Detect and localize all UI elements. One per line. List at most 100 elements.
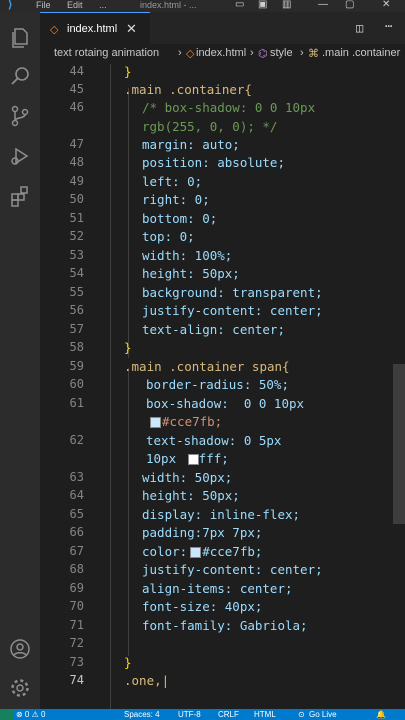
code-line: padding:7px 7px; <box>142 525 263 540</box>
layout-toggle-icon[interactable]: ▭ <box>235 0 244 10</box>
code-line: top: 0; <box>142 229 195 244</box>
split-editor-icon[interactable]: ◫ <box>356 21 363 35</box>
line-number: 58 <box>69 340 84 354</box>
code-line: display: inline-flex; <box>142 507 301 522</box>
code-line: box-shadow: 0 0 10px <box>146 396 305 411</box>
selector-icon: ⌘ <box>308 48 319 60</box>
line-number: 59 <box>69 359 84 373</box>
code-line: rgb(255, 0, 0); */ <box>142 119 278 134</box>
scrollbar-thumb[interactable] <box>393 364 405 524</box>
explorer-icon[interactable] <box>8 26 32 50</box>
problems-indicator[interactable]: ⊗ 0 ⚠ 0 <box>16 710 45 719</box>
code-line: } <box>124 655 132 670</box>
breadcrumb-folder[interactable]: text rotaing animation <box>54 47 159 59</box>
code-line: } <box>124 64 132 79</box>
settings-gear-icon[interactable] <box>8 676 32 700</box>
editor-tabs: ◇ index.html ✕ ◫ ⋯ <box>40 12 405 45</box>
chevron-right-icon: › <box>178 47 182 59</box>
html-file-icon: ◇ <box>50 24 59 36</box>
line-number: 60 <box>69 377 84 391</box>
remote-indicator-icon[interactable] <box>0 709 14 720</box>
menu-bar: File Edit ... <box>36 0 121 10</box>
color-swatch[interactable] <box>150 417 161 428</box>
encoding-indicator[interactable]: UTF-8 <box>178 710 201 719</box>
breadcrumb-file[interactable]: index.html <box>196 47 246 59</box>
code-line: width: 100%; <box>142 248 233 263</box>
line-number: 62 <box>69 433 84 447</box>
line-number: 69 <box>69 581 84 595</box>
indent-guide <box>128 368 129 656</box>
html-file-icon: ◇ <box>186 48 195 60</box>
language-mode-indicator[interactable]: HTML <box>254 710 276 719</box>
line-number: 68 <box>69 562 84 576</box>
minimize-icon[interactable]: — <box>318 0 328 10</box>
code-line: align-items: center; <box>142 581 293 596</box>
line-number: 63 <box>69 470 84 484</box>
menu-edit[interactable]: Edit <box>67 0 83 10</box>
color-swatch[interactable] <box>188 454 199 465</box>
line-number: 49 <box>69 174 84 188</box>
line-ending-indicator[interactable]: CRLF <box>218 710 239 719</box>
line-number: 64 <box>69 488 84 502</box>
line-number: 53 <box>69 248 84 262</box>
line-number: 54 <box>69 266 84 280</box>
broadcast-icon: ⊙ <box>298 710 305 719</box>
line-number: 61 <box>69 396 84 410</box>
tab-index-html[interactable]: ◇ index.html ✕ <box>40 12 150 45</box>
code-line: justify-content: center; <box>142 303 323 318</box>
line-number: 46 <box>69 100 84 114</box>
sidebar-toggle-icon[interactable]: ▥ <box>282 0 291 10</box>
extensions-icon[interactable] <box>8 184 32 208</box>
code-line: left: 0; <box>142 174 203 189</box>
search-icon[interactable] <box>8 64 32 88</box>
activity-bar <box>0 12 40 709</box>
code-line: border-radius: 50%; <box>146 377 289 392</box>
code-line: color: #cce7fb; <box>142 544 263 559</box>
run-debug-icon[interactable] <box>8 144 32 168</box>
symbol-icon: ⌬ <box>258 48 268 60</box>
code-editor[interactable]: 44 45 46 47 48 49 50 51 52 53 54 55 56 5… <box>40 64 405 709</box>
line-number: 50 <box>69 192 84 206</box>
code-line: position: absolute; <box>142 155 285 170</box>
line-number-current: 74 <box>69 673 84 687</box>
line-number: 72 <box>69 636 84 650</box>
indent-guide <box>110 64 111 709</box>
code-line: } <box>124 340 132 355</box>
panel-toggle-icon[interactable]: ▣ <box>258 0 267 10</box>
line-number: 45 <box>69 82 84 96</box>
menu-file[interactable]: File <box>36 0 51 10</box>
close-tab-icon[interactable]: ✕ <box>126 21 137 37</box>
code-line: text-shadow: 0 5px <box>146 433 282 448</box>
indentation-indicator[interactable]: Spaces: 4 <box>124 710 160 719</box>
window-title: index.html - ... <box>140 0 197 10</box>
tab-label: index.html <box>67 23 118 35</box>
maximize-icon[interactable]: ▢ <box>345 0 354 10</box>
breadcrumb-selector[interactable]: .main .container <box>322 47 400 59</box>
notifications-bell-icon[interactable]: 🔔 <box>376 710 386 719</box>
vscode-logo-icon: ⟩ <box>8 0 13 11</box>
breadcrumb-style[interactable]: style <box>270 47 293 59</box>
code-line: bottom: 0; <box>142 211 218 226</box>
code-line: right: 0; <box>142 192 210 207</box>
line-number: 51 <box>69 211 84 225</box>
line-number: 56 <box>69 303 84 317</box>
code-line-current: .one,| <box>124 673 170 688</box>
close-window-icon[interactable]: ✕ <box>382 0 390 10</box>
status-bar: ⊗ 0 ⚠ 0 Spaces: 4 UTF-8 CRLF HTML ⊙ Go L… <box>0 709 405 720</box>
vertical-scrollbar[interactable] <box>393 64 405 709</box>
go-live-button[interactable]: Go Live <box>309 710 337 719</box>
source-control-icon[interactable] <box>8 104 32 128</box>
more-actions-icon[interactable]: ⋯ <box>385 19 392 33</box>
line-number: 70 <box>69 599 84 613</box>
line-number: 65 <box>69 507 84 521</box>
code-line: height: 50px; <box>142 266 240 281</box>
account-icon[interactable] <box>8 637 32 661</box>
code-line: font-family: Gabriola; <box>142 618 308 633</box>
line-number: 66 <box>69 525 84 539</box>
code-line: font-size: 40px; <box>142 599 263 614</box>
line-number: 55 <box>69 285 84 299</box>
color-swatch[interactable] <box>190 547 201 558</box>
menu-more[interactable]: ... <box>99 0 107 10</box>
line-number: 52 <box>69 229 84 243</box>
line-number: 71 <box>69 618 84 632</box>
